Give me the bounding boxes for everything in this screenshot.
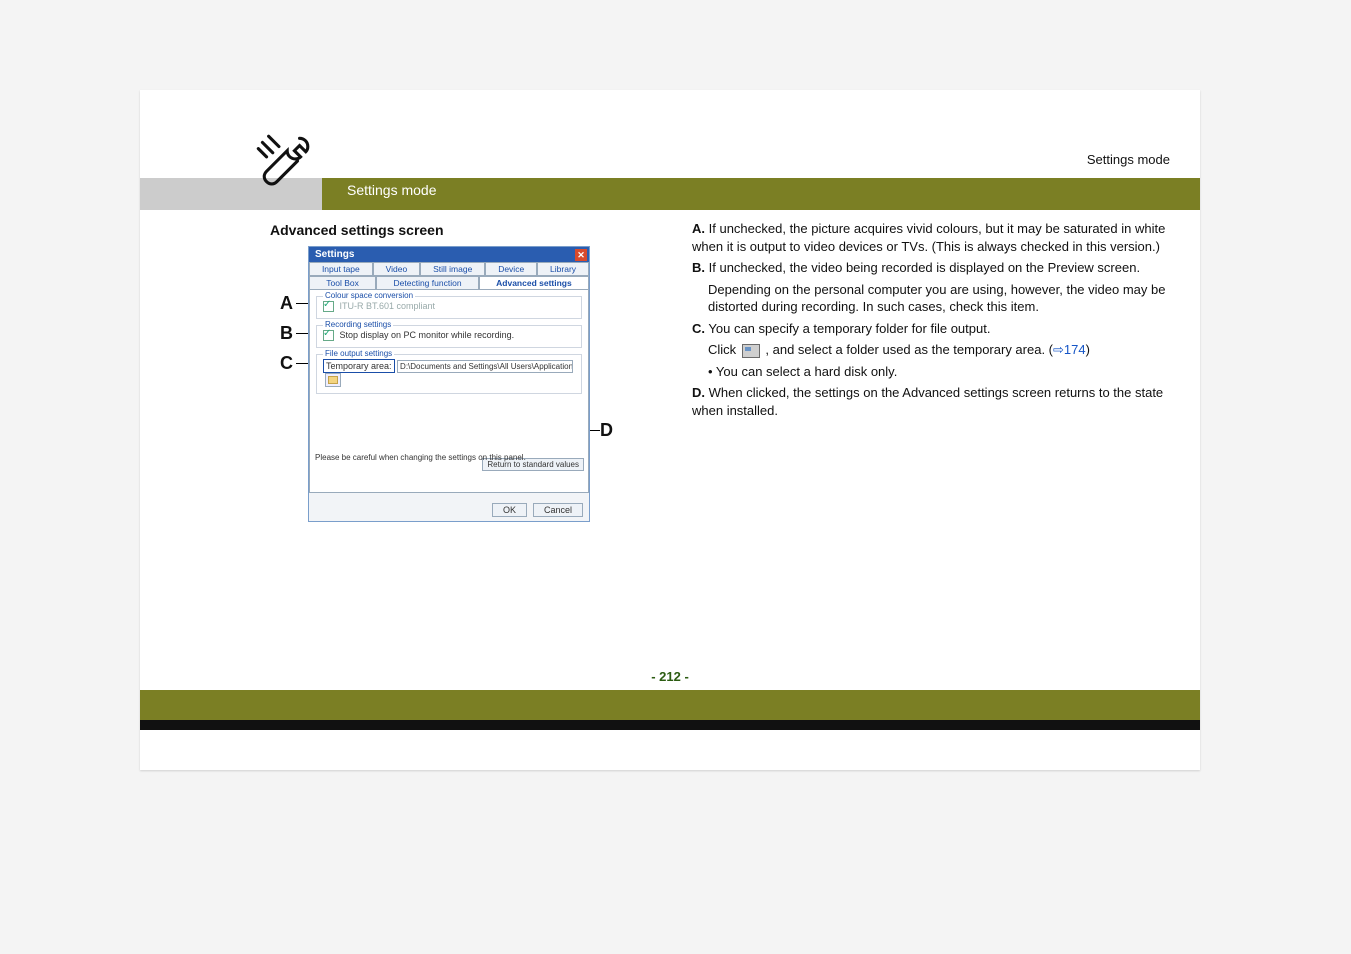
tab-tool-box[interactable]: Tool Box bbox=[309, 276, 376, 290]
checkbox-itu-label: ITU-R BT.601 compliant bbox=[340, 301, 436, 311]
link-174[interactable]: ⇨174 bbox=[1053, 342, 1086, 357]
page-number: - 212 - bbox=[140, 669, 1200, 684]
settings-dialog: Settings ✕ Input tape Video Still image … bbox=[308, 246, 590, 522]
group-file-legend: File output settings bbox=[323, 349, 394, 358]
dialog-tabs-row2: Tool Box Detecting function Advanced set… bbox=[309, 276, 589, 290]
item-c-bullet: • You can select a hard disk only. bbox=[708, 364, 897, 379]
wrench-icon bbox=[248, 128, 314, 194]
footer-band-olive bbox=[140, 690, 1200, 720]
tab-device[interactable]: Device bbox=[485, 262, 537, 276]
item-c-click: Click bbox=[708, 342, 740, 357]
item-c-label: C. bbox=[692, 321, 705, 336]
item-a-text: If unchecked, the picture acquires vivid… bbox=[692, 221, 1165, 254]
dialog-body: Colour space conversion ITU-R BT.601 com… bbox=[309, 290, 589, 493]
callout-a: A bbox=[280, 293, 293, 314]
callout-c: C bbox=[280, 353, 293, 374]
item-b-text2: Depending on the personal computer you a… bbox=[708, 282, 1165, 315]
tab-library[interactable]: Library bbox=[537, 262, 589, 276]
item-c-text1: You can specify a temporary folder for f… bbox=[708, 321, 990, 336]
tab-still-image[interactable]: Still image bbox=[420, 262, 485, 276]
dialog-footer-buttons: OK Cancel bbox=[492, 503, 583, 517]
header-band-label: Settings mode bbox=[347, 182, 437, 198]
document-page: Settings mode Settings mode Advanced set… bbox=[140, 90, 1200, 770]
checkbox-stop-display[interactable] bbox=[323, 330, 334, 341]
group-recording-legend: Recording settings bbox=[323, 320, 393, 329]
dialog-tabs-row1: Input tape Video Still image Device Libr… bbox=[309, 262, 589, 276]
close-icon[interactable]: ✕ bbox=[575, 249, 587, 261]
group-colour-legend: Colour space conversion bbox=[323, 291, 415, 300]
section-title: Advanced settings screen bbox=[270, 222, 444, 238]
item-c-text3: ) bbox=[1086, 342, 1090, 357]
item-b-text1: If unchecked, the video being recorded i… bbox=[709, 260, 1140, 275]
cancel-button[interactable]: Cancel bbox=[533, 503, 583, 517]
item-b-label: B. bbox=[692, 260, 705, 275]
footer-band-black bbox=[140, 720, 1200, 730]
callout-d: D bbox=[600, 420, 613, 441]
item-a-label: A. bbox=[692, 221, 705, 236]
group-recording: Recording settings Stop display on PC mo… bbox=[316, 325, 582, 348]
item-d-label: D. bbox=[692, 385, 705, 400]
browse-folder-icon[interactable] bbox=[325, 373, 341, 387]
temp-area-path[interactable]: D:\Documents and Settings\All Users\Appl… bbox=[397, 360, 573, 373]
tab-input-tape[interactable]: Input tape bbox=[309, 262, 373, 276]
checkbox-stop-display-label: Stop display on PC monitor while recordi… bbox=[340, 330, 515, 340]
folder-icon bbox=[742, 344, 760, 358]
header-right-label: Settings mode bbox=[1087, 152, 1170, 167]
group-file-output: File output settings Temporary area: D:\… bbox=[316, 354, 582, 394]
dialog-warning-text: Please be careful when changing the sett… bbox=[315, 453, 526, 462]
checkbox-itu[interactable] bbox=[323, 301, 334, 312]
ok-button[interactable]: OK bbox=[492, 503, 527, 517]
tab-detecting-function[interactable]: Detecting function bbox=[376, 276, 479, 290]
explanation-column: A. If unchecked, the picture acquires vi… bbox=[692, 220, 1182, 423]
dialog-title: Settings bbox=[315, 249, 354, 260]
temp-area-label: Temporary area: bbox=[323, 359, 395, 373]
item-d-text: When clicked, the settings on the Advanc… bbox=[692, 385, 1163, 418]
tab-video[interactable]: Video bbox=[373, 262, 420, 276]
item-c-text2: , and select a folder used as the tempor… bbox=[765, 342, 1053, 357]
tab-advanced-settings[interactable]: Advanced settings bbox=[479, 276, 589, 290]
dialog-titlebar: Settings ✕ bbox=[309, 247, 589, 262]
group-colour-space: Colour space conversion ITU-R BT.601 com… bbox=[316, 296, 582, 319]
callout-b: B bbox=[280, 323, 293, 344]
